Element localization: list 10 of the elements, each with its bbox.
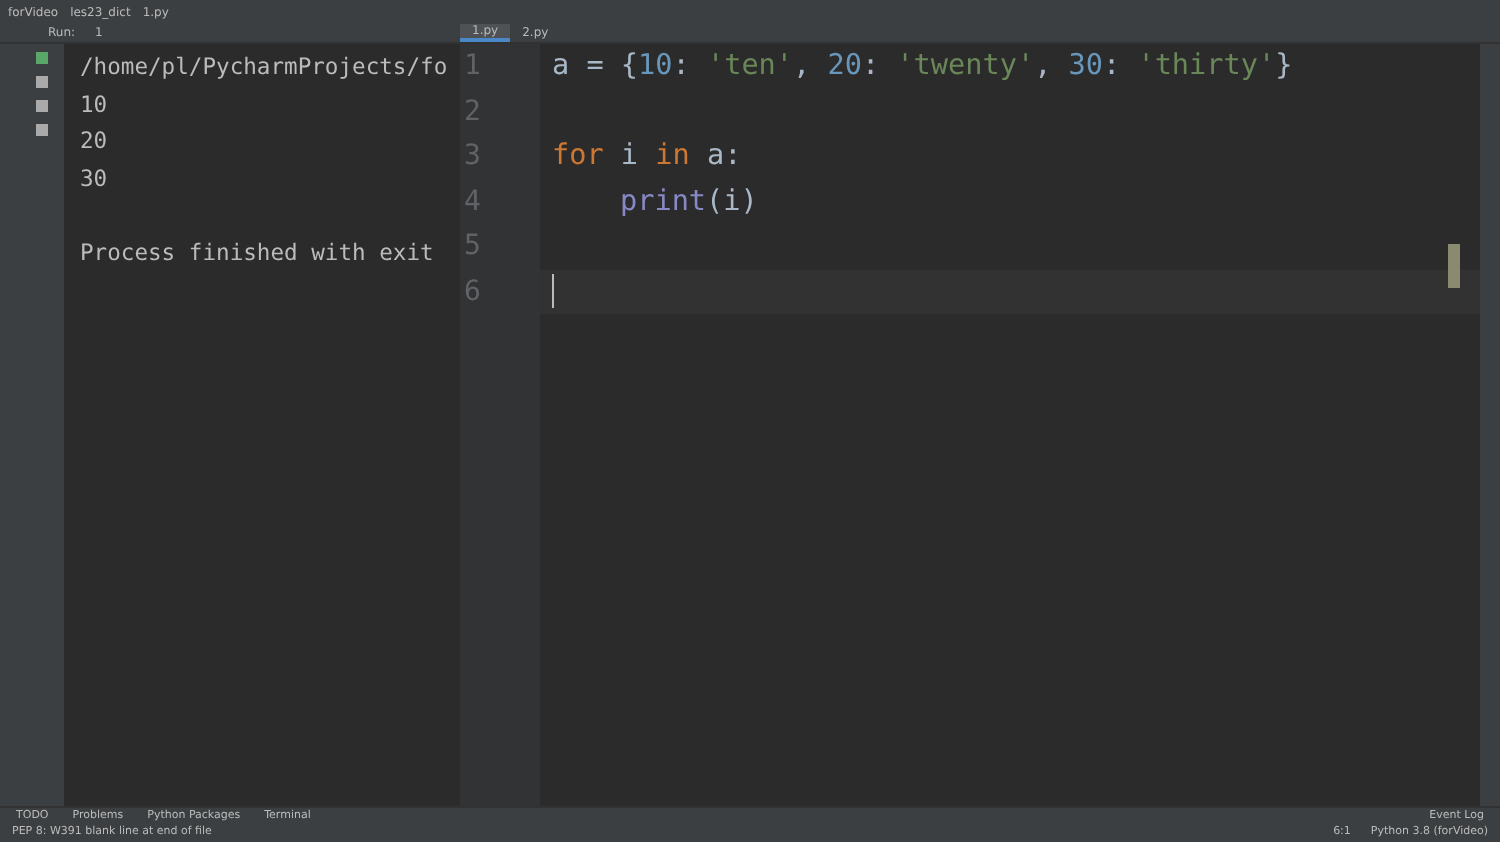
code-line: for i in a:: [552, 140, 742, 172]
console-line: 30: [80, 163, 108, 195]
console-line: 20: [80, 126, 108, 158]
console-line: /home/pl/PycharmProjects/fo: [80, 52, 448, 84]
code-line: print(i): [618, 185, 758, 217]
console-line: Process finished with exit: [80, 237, 434, 269]
text-cursor: [552, 274, 554, 309]
console-line: 10: [80, 89, 108, 121]
scrollbar-thumb[interactable]: [1448, 244, 1460, 288]
code-line: a = {10: 'ten', 20: 'twenty', 30: 'thirty'}: [552, 50, 1293, 82]
